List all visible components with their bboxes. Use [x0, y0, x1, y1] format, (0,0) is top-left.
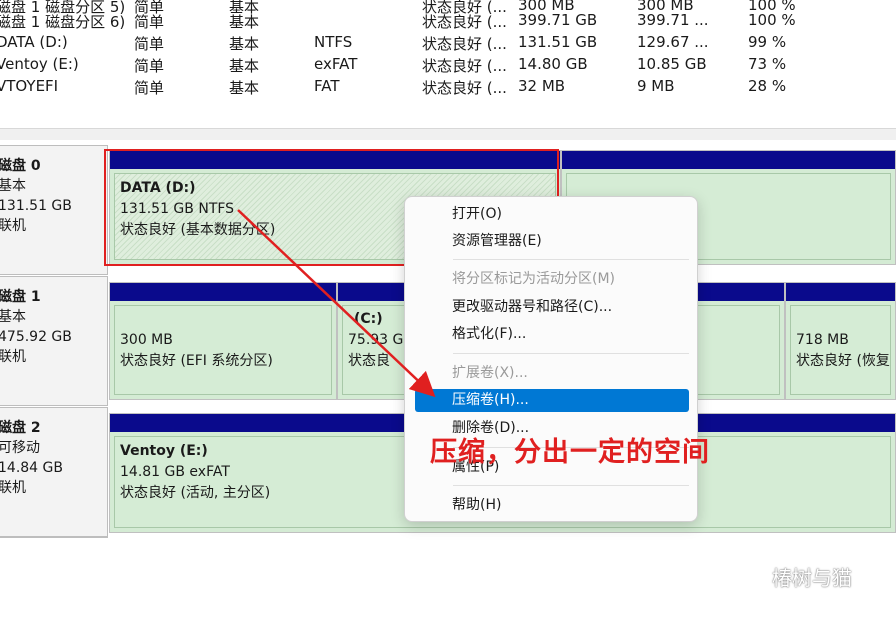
watermark: 椿树与猫	[738, 562, 852, 591]
annotation-arrow	[237, 209, 436, 398]
wechat-icon	[738, 566, 764, 587]
watermark-text: 椿树与猫	[772, 566, 852, 590]
annotation-text: 压缩，分出一定的空间	[430, 437, 710, 468]
